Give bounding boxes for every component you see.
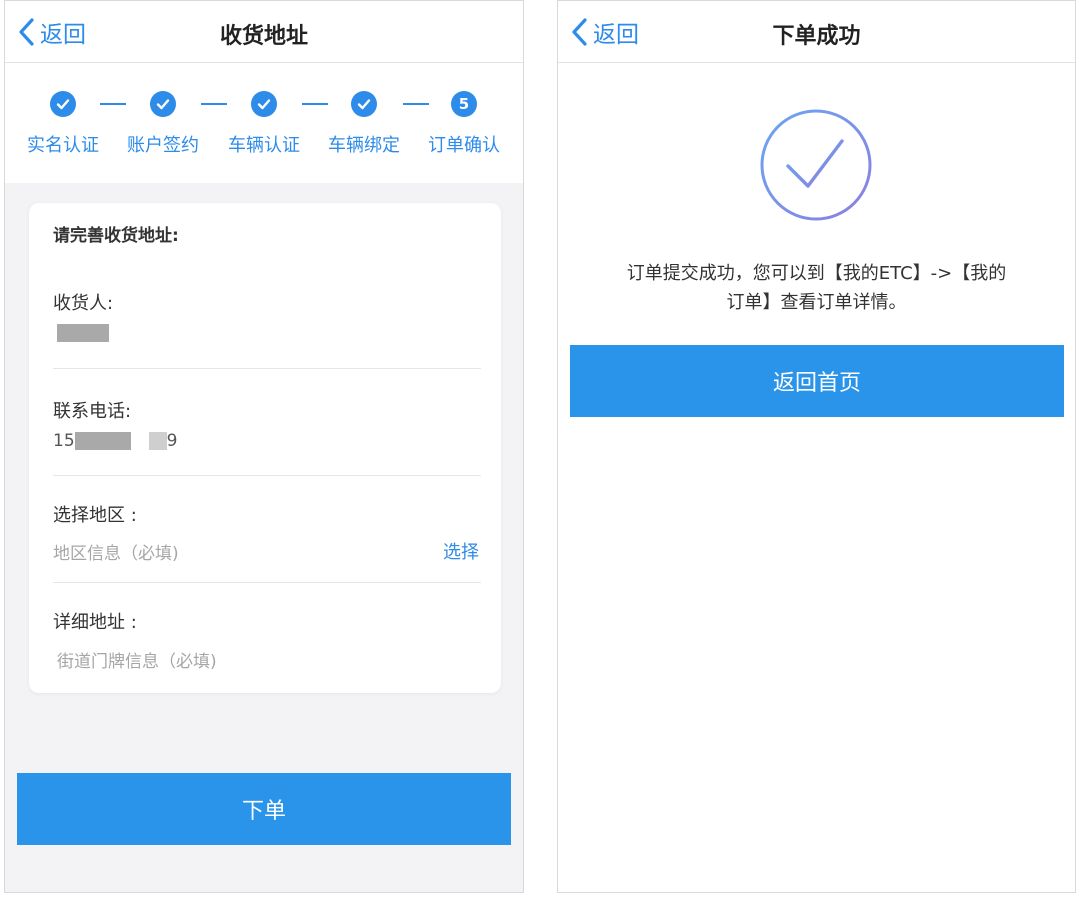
step-label-1: 实名认证 — [27, 135, 99, 156]
detail-address-input[interactable]: 街道门牌信息（必填) — [57, 647, 217, 672]
success-check-circle-icon — [760, 109, 872, 221]
phone-field[interactable]: 15 9 — [53, 431, 177, 451]
select-region-button[interactable]: 选择 — [443, 538, 479, 564]
nav-bar: 返回 下单成功 — [558, 1, 1075, 63]
step-label-5: 订单确认 — [428, 135, 500, 156]
recipient-label: 收货人: — [53, 293, 114, 314]
step-connector — [100, 103, 126, 105]
step-5-number: 5 — [451, 91, 477, 117]
nav-bar: 返回 收货地址 — [5, 1, 523, 63]
phone-prefix: 15 — [53, 431, 75, 451]
progress-stepper: 5 实名认证 账户签约 车辆认证 车辆绑定 订单确认 — [5, 63, 523, 183]
page-title: 收货地址 — [219, 24, 308, 49]
page-title: 下单成功 — [772, 24, 861, 49]
step-label-4: 车辆绑定 — [328, 135, 400, 156]
step-4-check-icon — [351, 91, 377, 117]
recipient-field[interactable] — [53, 323, 109, 343]
field-divider — [53, 368, 481, 369]
place-order-button[interactable]: 下单 — [17, 773, 511, 845]
address-form-card: 请完善收货地址: 收货人: 联系电话: 15 9 选择地区 : 地区信息（必填) … — [29, 203, 501, 693]
step-connector — [403, 103, 429, 105]
success-message-line-2: 订单】查看订单详情。 — [726, 292, 907, 313]
step-connector — [302, 103, 328, 105]
step-label-2: 账户签约 — [127, 135, 199, 156]
detail-address-label: 详细地址 : — [53, 612, 137, 633]
step-2-check-icon — [150, 91, 176, 117]
phone-suffix: 9 — [166, 431, 178, 451]
phone-label: 联系电话: — [53, 401, 132, 422]
region-label: 选择地区 : — [53, 505, 137, 526]
form-heading: 请完善收货地址: — [53, 226, 179, 246]
return-home-button[interactable]: 返回首页 — [570, 345, 1064, 417]
step-connector — [201, 103, 227, 105]
step-5-label-number: 5 — [458, 95, 470, 113]
redacted-phone-digit — [148, 432, 167, 450]
redacted-name — [57, 324, 109, 342]
step-1-check-icon — [50, 91, 76, 117]
success-message-line-1: 订单提交成功，您可以到【我的ETC】->【我的 — [626, 263, 1007, 284]
redacted-phone-middle — [74, 432, 131, 450]
field-divider — [53, 475, 481, 476]
field-divider — [53, 582, 481, 583]
region-input[interactable]: 地区信息（必填) — [53, 539, 179, 564]
order-success-screen: 返回 下单成功 订单提交成功，您可以到【我的ETC】->【我的 订单】查看订单详… — [557, 0, 1076, 893]
success-message: 订单提交成功，您可以到【我的ETC】->【我的 订单】查看订单详情。 — [598, 259, 1035, 317]
step-label-3: 车辆认证 — [228, 135, 300, 156]
shipping-address-screen: 返回 收货地址 5 实名认证 账户签约 车辆认证 车辆绑定 订单确认 请完善收货… — [4, 0, 524, 893]
step-3-check-icon — [251, 91, 277, 117]
